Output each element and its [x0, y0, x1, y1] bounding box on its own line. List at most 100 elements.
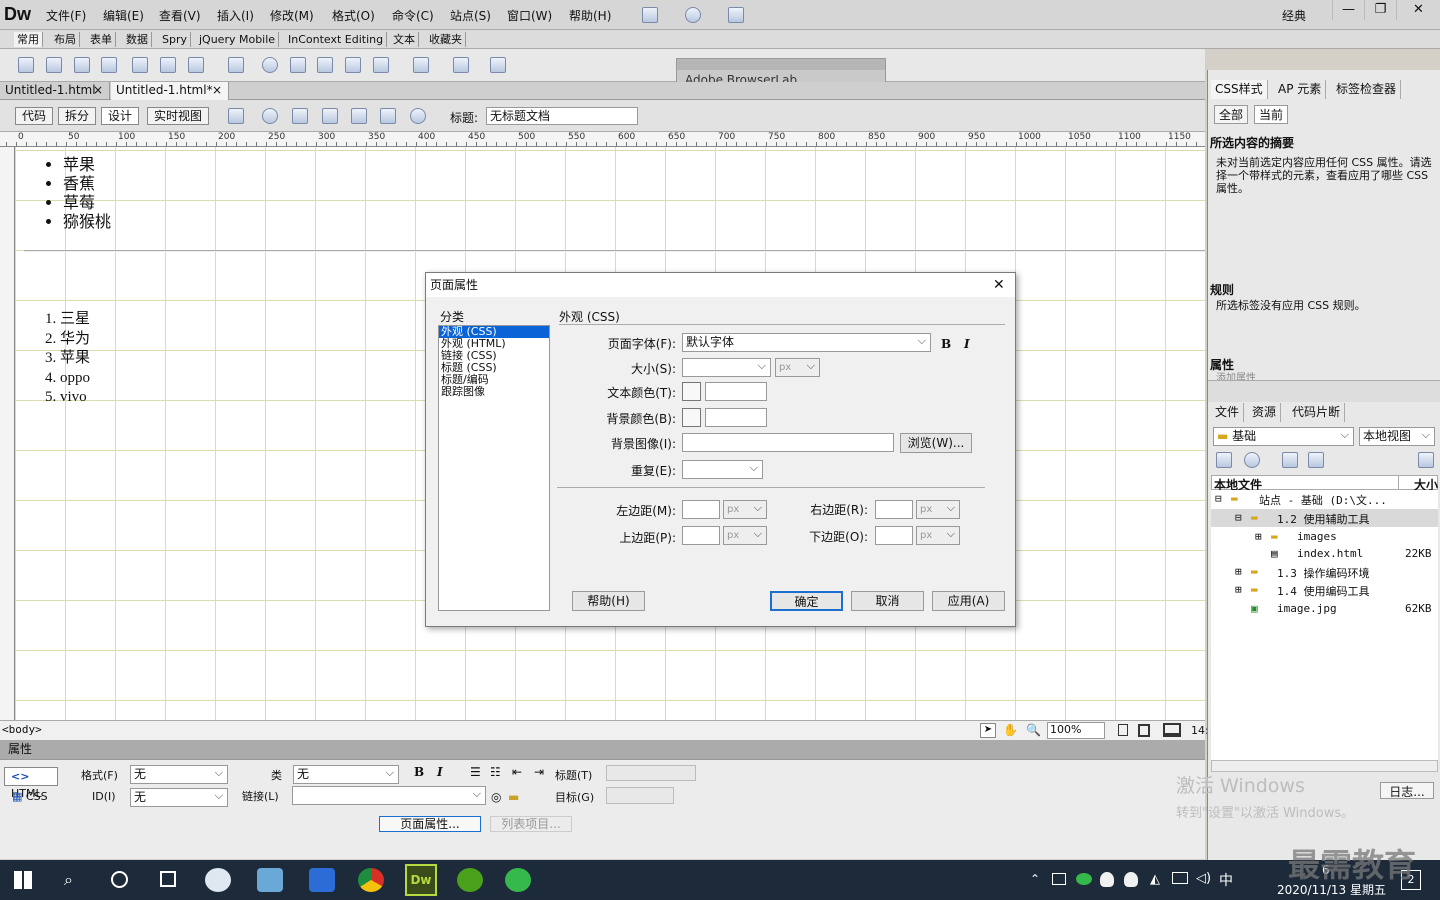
menu-help[interactable]: 帮助(H) — [569, 7, 611, 24]
anchor-icon[interactable] — [74, 57, 90, 73]
outdent-icon[interactable]: ⇤ — [512, 765, 522, 779]
help-button[interactable]: 帮助(H) — [572, 591, 645, 611]
menu-insert[interactable]: 插入(I) — [217, 7, 254, 24]
list-item[interactable]: oppo — [60, 369, 90, 389]
preview-browser-icon[interactable] — [262, 108, 278, 124]
design-view-button[interactable]: 设计 — [101, 107, 140, 125]
tab-css-styles[interactable]: CSS样式 — [1211, 80, 1268, 99]
menu-format[interactable]: 格式(O) — [332, 7, 375, 24]
bg-color-picker[interactable] — [682, 408, 701, 427]
live-view-button[interactable]: 实时视图 — [147, 107, 210, 125]
browserlab-grip[interactable] — [677, 59, 885, 70]
menu-modify[interactable]: 修改(M) — [270, 7, 314, 24]
melon-app-icon[interactable] — [457, 868, 483, 892]
text-color-picker[interactable] — [682, 382, 701, 401]
expand-panel-icon[interactable] — [1418, 452, 1434, 468]
doc-tab-1[interactable]: Untitled-1.html × — [0, 82, 110, 100]
list-item[interactable]: 华为 — [60, 330, 90, 350]
tab-files[interactable]: 文件 — [1211, 403, 1245, 422]
unordered-list[interactable]: 苹果 香蕉 草莓 猕猴桃 — [63, 155, 111, 231]
list-item[interactable]: 草莓 — [63, 193, 111, 212]
heading-input[interactable] — [606, 765, 696, 781]
list-item[interactable]: vivo — [60, 388, 90, 408]
category-list[interactable]: 外观 (CSS) 外观 (HTML) 链接 (CSS) 标题 (CSS) 标题/… — [438, 325, 550, 611]
notes-app-icon[interactable] — [257, 868, 283, 892]
add-attribute-link[interactable]: 添加属性 — [1216, 372, 1436, 380]
repeat-select[interactable] — [682, 459, 763, 479]
insert-tab-data[interactable]: 数据 — [123, 32, 152, 47]
tab-tag-inspector[interactable]: 标签检查器 — [1332, 80, 1402, 99]
left-margin-input[interactable] — [682, 500, 720, 519]
italic-button[interactable]: I — [437, 765, 443, 779]
menu-view[interactable]: 查看(V) — [159, 7, 201, 24]
expand-toggle-icon[interactable]: ⊞ — [1255, 530, 1262, 543]
list-item[interactable]: 香蕉 — [63, 174, 111, 193]
top-margin-input[interactable] — [682, 526, 720, 545]
check-browser-icon[interactable] — [351, 108, 367, 124]
list-item[interactable]: 苹果 — [63, 155, 111, 174]
zoom-select[interactable]: 100% — [1047, 722, 1105, 739]
right-margin-input[interactable] — [875, 500, 913, 519]
close-icon[interactable]: × — [212, 82, 222, 99]
tag-selector[interactable]: <body> — [2, 723, 42, 736]
insert-tab-jquery-mobile[interactable]: jQuery Mobile — [196, 32, 280, 47]
list-item[interactable]: 三星 — [60, 310, 90, 330]
insert-tab-common[interactable]: 常用 — [14, 32, 43, 47]
font-select[interactable]: 默认字体 — [682, 332, 931, 352]
tab-ap-elements[interactable]: AP 元素 — [1274, 80, 1327, 99]
html-mode-button[interactable]: <> HTML — [4, 767, 58, 800]
put-files-icon[interactable] — [1308, 452, 1324, 468]
site-select[interactable]: ▬ 基础 — [1213, 426, 1354, 446]
expand-toggle-icon[interactable]: ⊞ — [1235, 583, 1242, 596]
tab-assets[interactable]: 资源 — [1248, 403, 1282, 422]
refresh-icon[interactable] — [1244, 452, 1260, 468]
list-item[interactable]: 苹果 — [60, 349, 90, 369]
expand-toggle-icon[interactable]: ⊞ — [1235, 565, 1242, 578]
expand-toggle-icon[interactable]: ⊟ — [1215, 492, 1222, 505]
search-icon[interactable]: ⌕ — [64, 870, 73, 890]
task-view-icon[interactable] — [160, 871, 176, 887]
properties-header[interactable]: 属性 — [0, 740, 1205, 759]
link-input[interactable] — [292, 785, 486, 805]
font-italic-button[interactable]: I — [964, 337, 970, 351]
tray-volume-icon[interactable]: ◁) — [1196, 871, 1211, 886]
pinwheel-app-icon[interactable] — [205, 868, 231, 892]
view-select[interactable]: 本地视图 — [1359, 426, 1435, 446]
insert-tab-spry[interactable]: Spry — [159, 32, 191, 47]
image-icon[interactable] — [188, 57, 204, 73]
file-management-icon[interactable] — [292, 108, 308, 124]
workspace-switcher[interactable]: 经典 — [1282, 7, 1306, 24]
indent-icon[interactable]: ⇥ — [534, 765, 544, 779]
id-select[interactable]: 无 — [130, 787, 228, 807]
connect-icon[interactable] — [1216, 452, 1232, 468]
text-color-input[interactable] — [705, 382, 767, 401]
tray-screen-icon[interactable] — [1052, 873, 1066, 885]
script-icon[interactable] — [413, 57, 429, 73]
insert-tab-incontext[interactable]: InContext Editing — [285, 32, 388, 47]
head-icon[interactable] — [373, 57, 389, 73]
server-include-icon[interactable] — [317, 57, 333, 73]
ordered-list-icon[interactable]: ☷ — [490, 765, 501, 779]
insert-tab-layout[interactable]: 布局 — [51, 32, 80, 47]
templates-icon[interactable] — [453, 57, 469, 73]
wechat-icon[interactable] — [505, 868, 531, 892]
gear-icon[interactable] — [685, 7, 701, 23]
multiscreen-icon[interactable] — [228, 108, 244, 124]
apply-button[interactable]: 应用(A) — [932, 591, 1005, 611]
category-tracing-image[interactable]: 跟踪图像 — [439, 386, 549, 398]
right-margin-unit[interactable]: px — [916, 499, 960, 519]
zoom-tool-icon[interactable]: 🔍 — [1026, 723, 1041, 737]
menu-site[interactable]: 站点(S) — [450, 7, 491, 24]
media-icon[interactable] — [228, 57, 244, 73]
bottom-margin-unit[interactable]: px — [916, 525, 960, 545]
tab-current[interactable]: 当前 — [1254, 105, 1289, 124]
chrome-icon[interactable] — [358, 868, 384, 892]
maximize-button[interactable]: ❐ — [1364, 0, 1396, 20]
browse-button[interactable]: 浏览(W)... — [900, 433, 972, 453]
tab-snippets[interactable]: 代码片断 — [1288, 403, 1346, 422]
tree-item-folder[interactable]: images — [1297, 530, 1337, 543]
insert-tab-forms[interactable]: 表单 — [87, 32, 116, 47]
pointer-tool-icon[interactable]: ➤ — [980, 723, 996, 738]
bg-image-input[interactable] — [682, 433, 894, 452]
horizontal-rule-icon[interactable] — [101, 57, 117, 73]
